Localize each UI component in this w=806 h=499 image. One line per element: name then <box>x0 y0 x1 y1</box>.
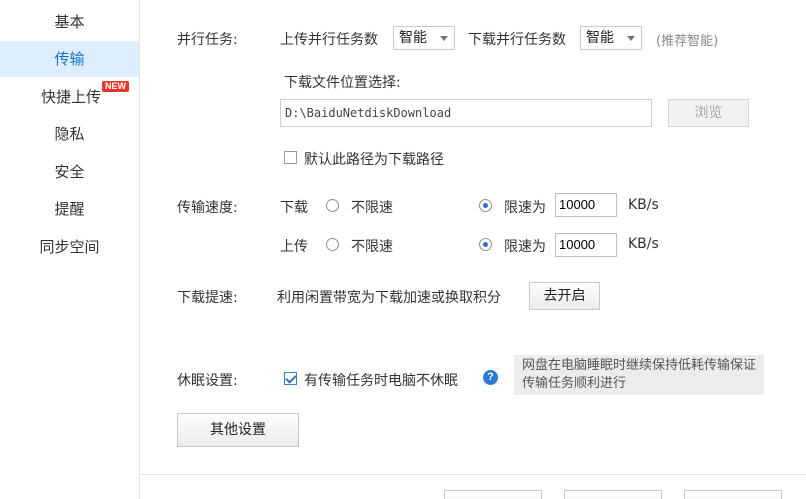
upload-unlimited-radio[interactable] <box>326 238 339 251</box>
download-location-label: 下载文件位置选择: <box>284 75 401 91</box>
download-limit-input[interactable]: 10000 <box>555 193 617 217</box>
sidebar-item-label: 快捷上传 <box>41 88 102 106</box>
download-unlimited-radio[interactable] <box>326 199 339 212</box>
sidebar-item-sync-space[interactable]: 同步空间 <box>0 229 139 265</box>
transfer-speed-label: 传输速度: <box>177 200 238 216</box>
footer-button-1[interactable] <box>444 490 542 499</box>
download-speed-label: 下载 <box>280 200 308 216</box>
download-limit-label: 限速为 <box>504 200 546 216</box>
footer-button-2[interactable] <box>564 490 662 499</box>
other-settings-button[interactable]: 其他设置 <box>177 413 299 447</box>
download-limit-value: 10000 <box>559 197 596 212</box>
default-path-checkbox[interactable] <box>284 151 297 164</box>
chevron-down-icon <box>440 36 448 41</box>
sleep-tip-text: 网盘在电脑睡眠时继续保持低耗传输保证传输任务顺利进行 <box>522 358 757 391</box>
sleep-settings-label: 休眠设置: <box>177 373 238 389</box>
sidebar-item-label: 隐私 <box>54 125 85 143</box>
parallel-hint: (推荐智能) <box>656 34 719 49</box>
sidebar-item-label: 安全 <box>54 163 85 181</box>
browse-button-label: 浏览 <box>694 105 723 121</box>
download-parallel-value: 智能 <box>586 30 614 46</box>
chevron-down-icon <box>627 36 635 41</box>
download-limit-radio[interactable] <box>479 199 492 212</box>
browse-button[interactable]: 浏览 <box>668 99 749 127</box>
upload-parallel-value: 智能 <box>399 30 427 46</box>
sidebar-item-label: 同步空间 <box>39 238 100 256</box>
download-unit: KB/s <box>628 197 659 213</box>
sidebar-item-label: 基本 <box>54 13 85 31</box>
upload-unlimited-label: 不限速 <box>351 239 393 255</box>
upload-parallel-label: 上传并行任务数 <box>280 32 378 48</box>
sidebar-item-security[interactable]: 安全 <box>0 154 139 190</box>
sidebar-item-quick-upload[interactable]: 快捷上传 NEW <box>0 79 139 115</box>
parallel-tasks-label: 并行任务: <box>177 32 238 48</box>
sidebar-item-label: 传输 <box>54 50 85 68</box>
transfer-settings-panel: 并行任务: 上传并行任务数 智能 下载并行任务数 智能 (推荐智能) 下载文件位… <box>141 0 806 499</box>
download-parallel-label: 下载并行任务数 <box>468 32 566 48</box>
sleep-tip: 网盘在电脑睡眠时继续保持低耗传输保证传输任务顺利进行 <box>514 355 764 395</box>
upload-limit-input[interactable]: 10000 <box>555 233 617 257</box>
download-parallel-select[interactable]: 智能 <box>580 26 642 50</box>
footer-button-3[interactable] <box>684 490 782 499</box>
sidebar-item-transfer[interactable]: 传输 <box>0 41 139 77</box>
upload-speed-label: 上传 <box>280 239 308 255</box>
sidebar-item-reminder[interactable]: 提醒 <box>0 191 139 227</box>
download-boost-description: 利用闲置带宽为下载加速或换取积分 <box>277 290 501 306</box>
sidebar-item-privacy[interactable]: 隐私 <box>0 116 139 152</box>
download-path-value: D:\BaiduNetdiskDownload <box>285 106 452 120</box>
enable-boost-label: 去开启 <box>543 288 586 304</box>
upload-limit-radio[interactable] <box>479 238 492 251</box>
question-icon[interactable]: ? <box>483 370 498 385</box>
download-unlimited-label: 不限速 <box>351 200 393 216</box>
sidebar-item-label: 提醒 <box>54 200 85 218</box>
settings-sidebar: 基本 传输 快捷上传 NEW 隐私 安全 提醒 同步空间 <box>0 0 140 499</box>
new-badge: NEW <box>102 81 129 92</box>
upload-parallel-select[interactable]: 智能 <box>393 26 455 50</box>
enable-boost-button[interactable]: 去开启 <box>529 282 600 310</box>
footer-divider <box>141 474 806 475</box>
upload-limit-label: 限速为 <box>504 239 546 255</box>
other-settings-label: 其他设置 <box>210 422 266 438</box>
upload-unit: KB/s <box>628 236 659 252</box>
no-sleep-label: 有传输任务时电脑不休眠 <box>304 373 458 389</box>
download-path-input[interactable]: D:\BaiduNetdiskDownload <box>280 99 652 127</box>
default-path-label: 默认此路径为下载路径 <box>304 152 444 168</box>
upload-limit-value: 10000 <box>559 237 596 252</box>
download-boost-label: 下载提速: <box>177 290 238 306</box>
no-sleep-checkbox[interactable] <box>284 372 297 385</box>
sidebar-item-basic[interactable]: 基本 <box>0 4 139 40</box>
